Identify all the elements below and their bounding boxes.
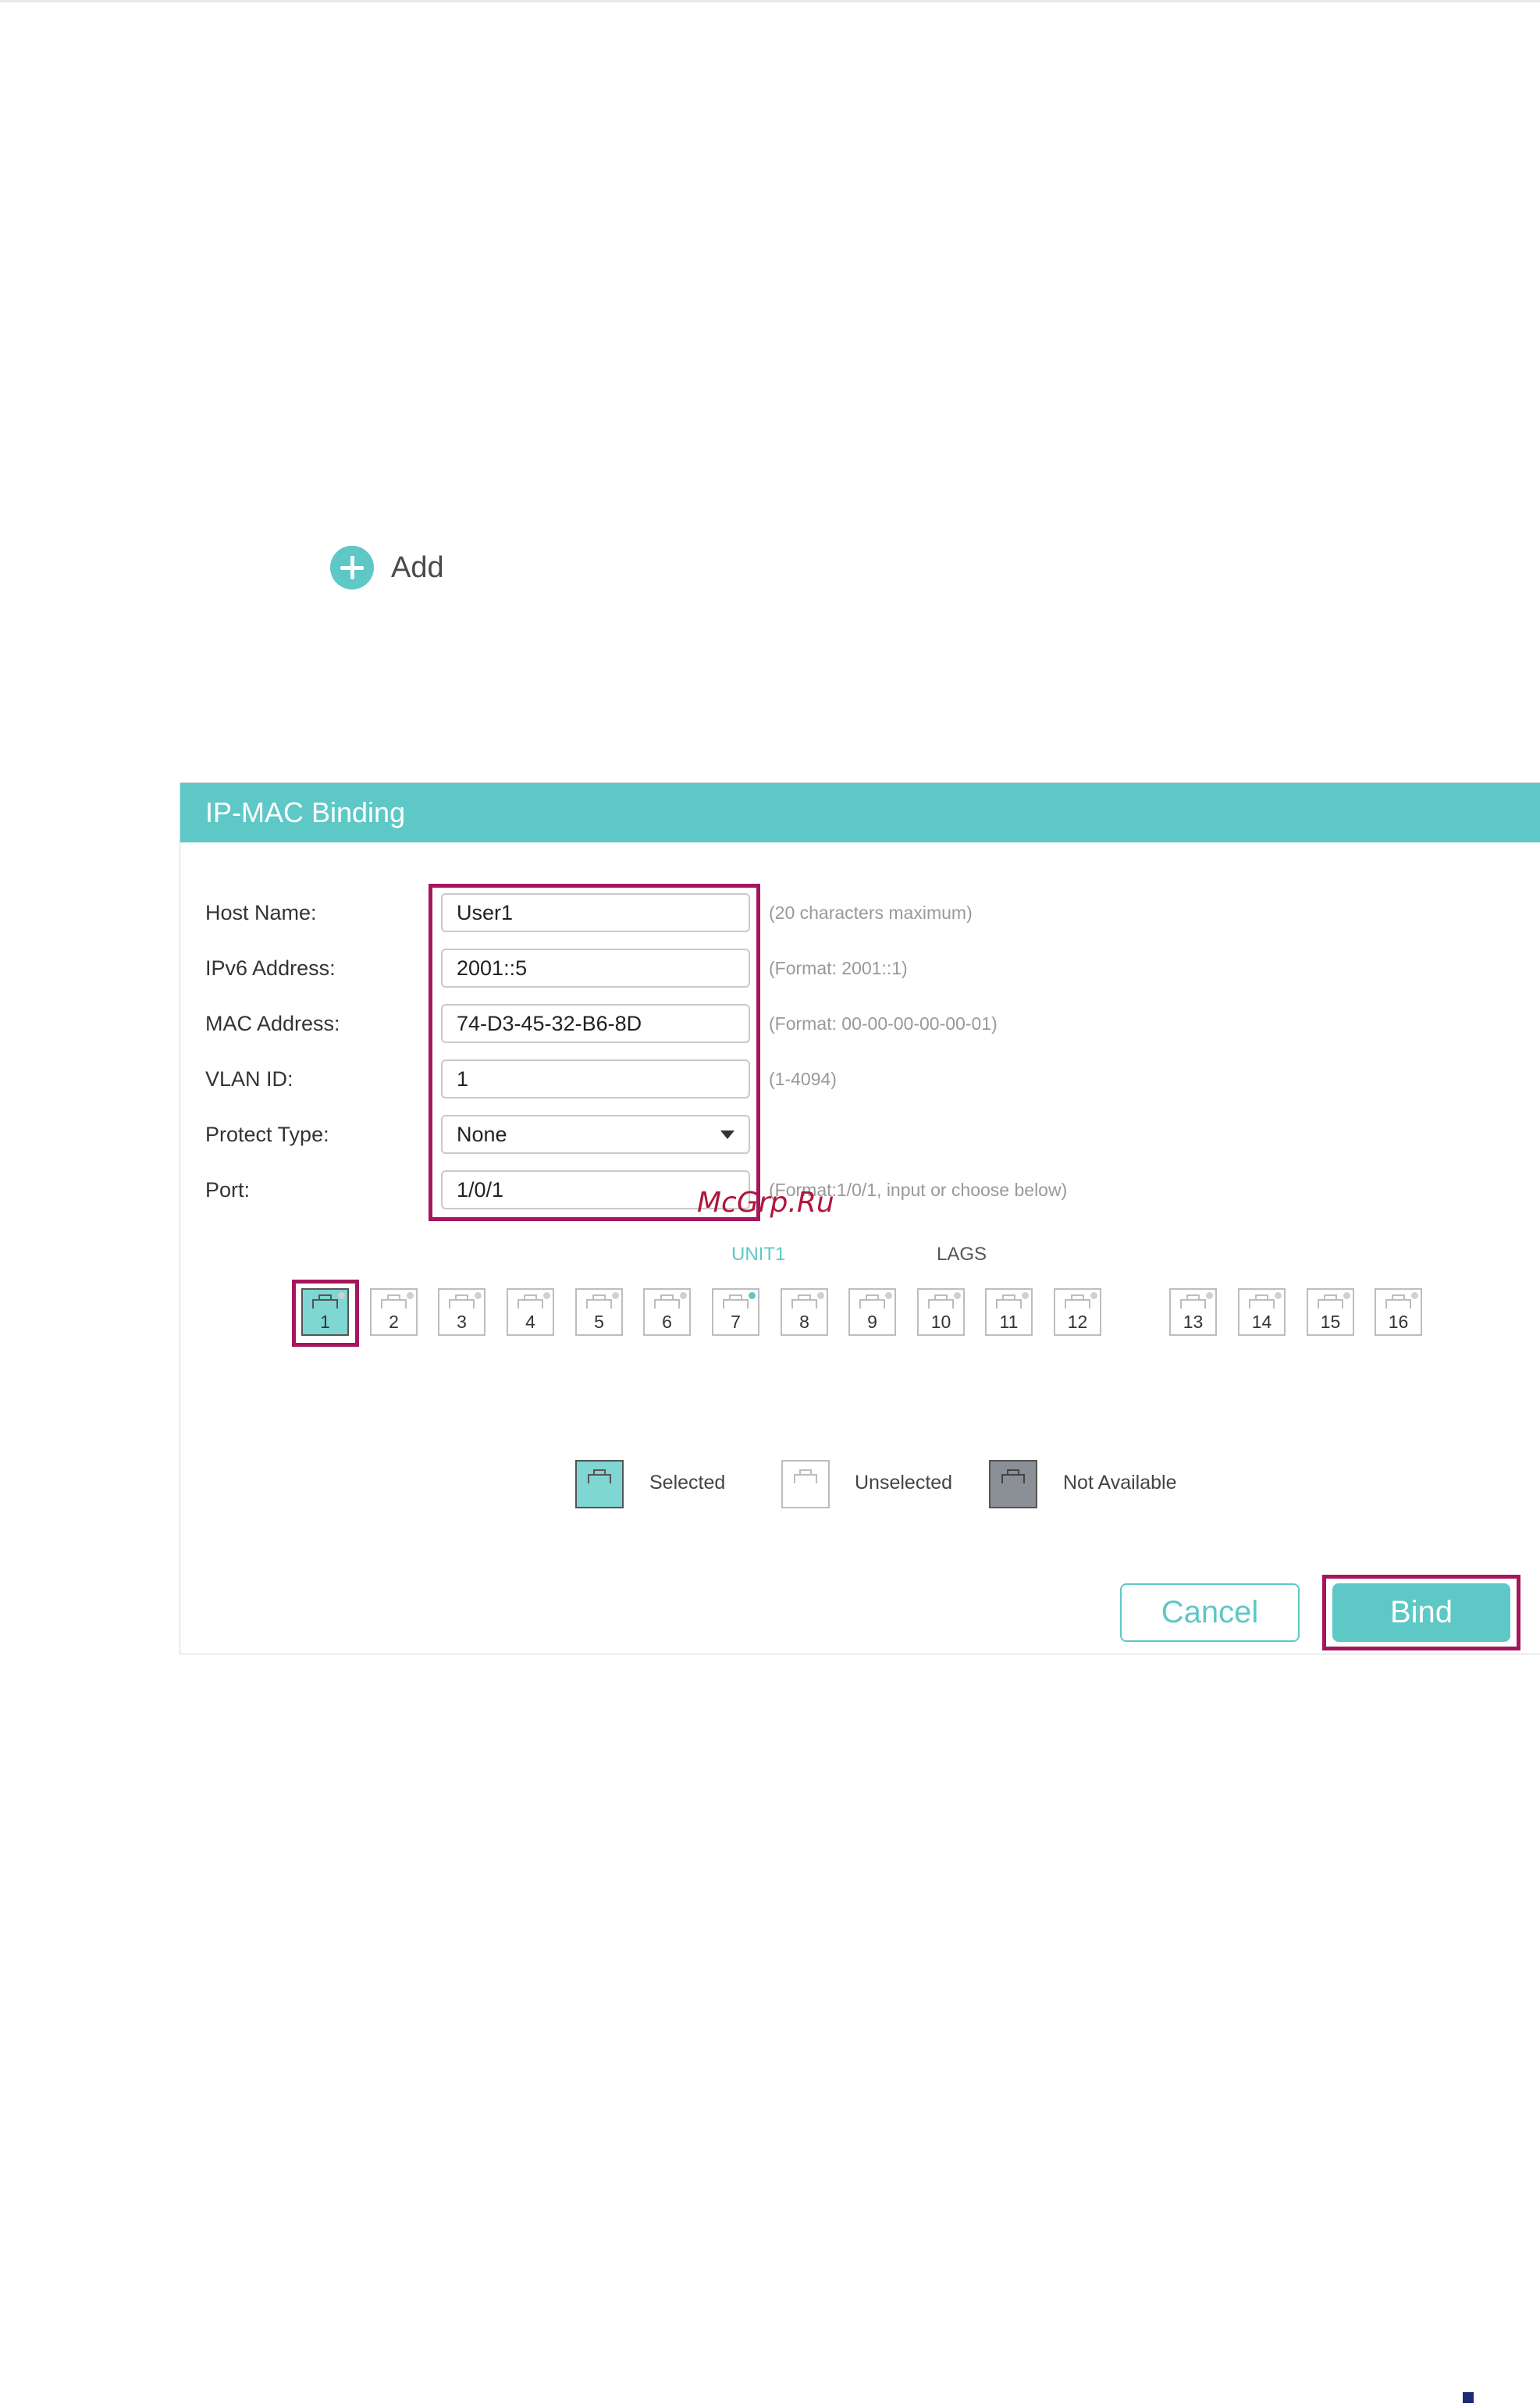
ipv6-address-hint: (Format: 2001::1) [769, 958, 908, 978]
ipv6-address-label: IPv6 Address: [205, 956, 336, 980]
port-4[interactable]: 4 [507, 1288, 554, 1336]
legend-not-available-swatch [989, 1460, 1037, 1508]
corner-mark [1463, 2392, 1474, 2403]
vlan-id-label: VLAN ID: [205, 1067, 293, 1091]
ip-mac-binding-dialog: IP-MAC Binding Host Name: (20 characters… [180, 782, 1540, 1654]
plus-circle-icon [330, 546, 374, 589]
port-8[interactable]: 8 [781, 1288, 828, 1336]
protect-type-label: Protect Type: [205, 1123, 329, 1146]
port-5[interactable]: 5 [575, 1288, 623, 1336]
port-label: Port: [205, 1178, 251, 1202]
mac-address-input[interactable] [441, 1004, 750, 1043]
cancel-button[interactable]: Cancel [1120, 1583, 1300, 1642]
tab-unit1[interactable]: UNIT1 [731, 1244, 785, 1266]
vlan-id-input[interactable] [441, 1059, 750, 1098]
host-name-label: Host Name: [205, 901, 317, 924]
watermark: McGrp.Ru [697, 1187, 834, 1219]
ipv6-address-input[interactable] [441, 949, 750, 988]
port-2[interactable]: 2 [370, 1288, 418, 1336]
port-7[interactable]: 7 [712, 1288, 759, 1336]
protect-type-select[interactable]: None [441, 1115, 750, 1154]
dialog-title: IP-MAC Binding [180, 783, 1540, 842]
port-9[interactable]: 9 [848, 1288, 896, 1336]
legend-selected-swatch [575, 1460, 624, 1508]
bind-button[interactable]: Bind [1332, 1583, 1510, 1642]
top-rule [0, 0, 1540, 2]
port-11[interactable]: 11 [985, 1288, 1033, 1336]
protect-type-value: None [457, 1122, 507, 1146]
host-name-hint: (20 characters maximum) [769, 903, 973, 923]
legend-not-available-label: Not Available [1063, 1472, 1177, 1494]
port-10[interactable]: 10 [917, 1288, 965, 1336]
legend-unselected-swatch [781, 1460, 830, 1508]
legend-selected-label: Selected [649, 1472, 726, 1494]
vlan-id-hint: (1-4094) [769, 1069, 837, 1089]
tab-lags[interactable]: LAGS [937, 1244, 987, 1266]
port-1[interactable]: 1 [301, 1288, 349, 1336]
mac-address-label: MAC Address: [205, 1012, 340, 1035]
port-16[interactable]: 16 [1375, 1288, 1422, 1336]
port-13[interactable]: 13 [1169, 1288, 1217, 1336]
port-14[interactable]: 14 [1238, 1288, 1286, 1336]
add-button[interactable]: Add [330, 544, 444, 591]
port-3[interactable]: 3 [438, 1288, 485, 1336]
mac-address-hint: (Format: 00-00-00-00-00-01) [769, 1013, 998, 1034]
port-6[interactable]: 6 [643, 1288, 691, 1336]
add-label: Add [391, 550, 444, 584]
legend-unselected-label: Unselected [855, 1472, 953, 1494]
port-15[interactable]: 15 [1307, 1288, 1354, 1336]
chevron-down-icon [720, 1130, 734, 1139]
port-12[interactable]: 12 [1054, 1288, 1101, 1336]
host-name-input[interactable] [441, 893, 750, 932]
